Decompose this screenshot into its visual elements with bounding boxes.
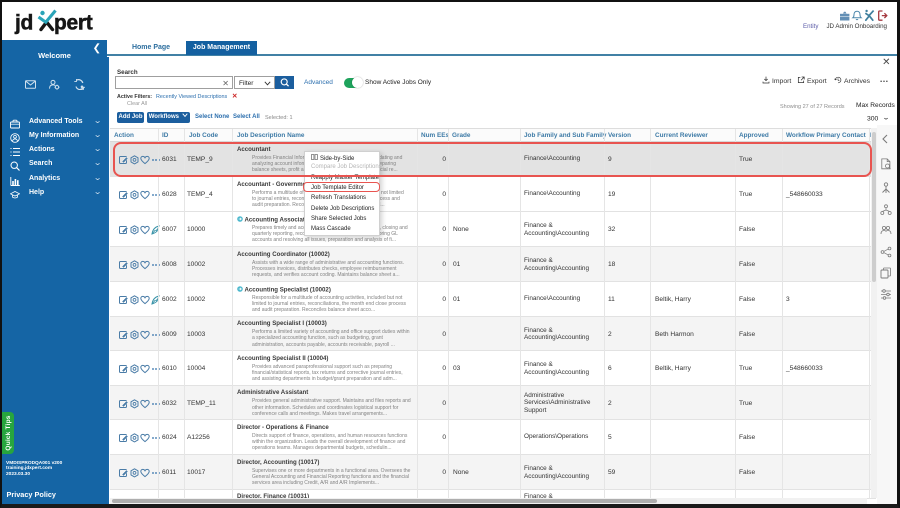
svg-text:jd: jd xyxy=(14,12,33,35)
svg-text:pert: pert xyxy=(54,12,93,35)
